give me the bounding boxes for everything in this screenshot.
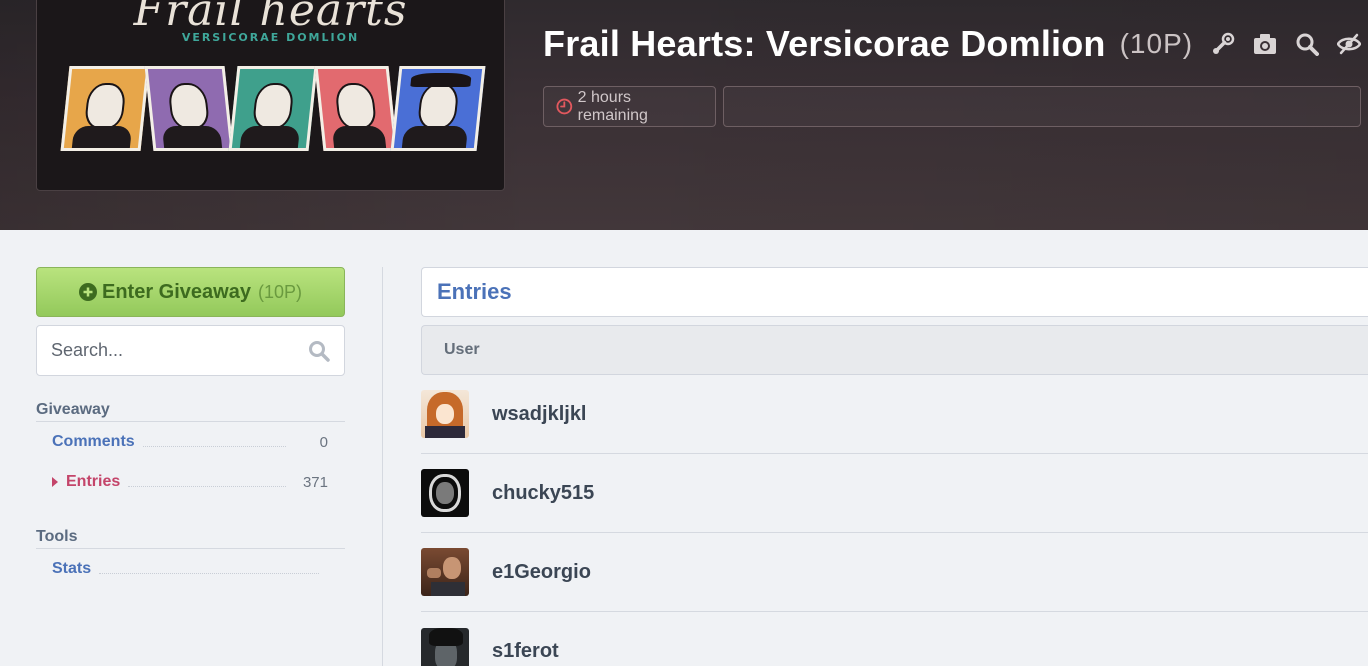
featured-header: Frail hearts VERSICORAE DOMLION Frail He… [0, 0, 1368, 230]
table-row: chucky515 [421, 454, 1368, 533]
dotted-leader [128, 485, 286, 487]
sidebar-item-label: Comments [52, 433, 135, 450]
camera-icon[interactable] [1253, 32, 1277, 56]
game-points: (10P) [1119, 28, 1194, 59]
game-title[interactable]: Frail Hearts: Versicorae Domlion [543, 23, 1106, 65]
sidebar-item-entries[interactable]: Entries 371 [36, 462, 345, 502]
plus-circle-icon [79, 283, 97, 301]
time-remaining-text: 2 hours remaining [577, 88, 648, 124]
dotted-leader [99, 572, 320, 574]
enter-giveaway-points: (10P) [257, 281, 302, 302]
username-link[interactable]: e1Georgio [492, 561, 591, 584]
character-panel [228, 66, 318, 151]
sidebar-item-count: 0 [319, 433, 328, 451]
character-panel [314, 66, 398, 151]
hide-icon[interactable] [1337, 32, 1362, 56]
entries-table: wsadjkljkl chucky515 e1Georgio s1ferot [421, 375, 1368, 666]
sidebar-heading-giveaway: Giveaway [36, 401, 345, 422]
table-row: wsadjkljkl [421, 375, 1368, 454]
character-panel [390, 66, 486, 151]
column-header-user: User [444, 341, 480, 358]
search-icon[interactable] [308, 340, 330, 362]
table-row: e1Georgio [421, 533, 1368, 612]
game-logo-title: Frail hearts [133, 0, 408, 36]
search-box [36, 325, 345, 376]
table-row: s1ferot [421, 612, 1368, 666]
time-remaining-badge: 2 hours remaining [543, 86, 717, 127]
sidebar-item-comments[interactable]: Comments 0 [36, 422, 345, 462]
dotted-leader [142, 445, 286, 447]
sidebar-item-label: Entries [66, 473, 121, 490]
creator-badge [723, 86, 1361, 127]
steam-icon[interactable] [1211, 32, 1235, 56]
sidebar-item-count: 371 [302, 473, 328, 491]
enter-giveaway-label: Enter Giveaway [102, 280, 251, 303]
game-title-row: Frail Hearts: Versicorae Domlion (10P) [543, 22, 1362, 66]
username-link[interactable]: s1ferot [492, 640, 559, 663]
username-link[interactable]: chucky515 [492, 482, 594, 505]
avatar[interactable] [421, 548, 469, 596]
column-divider [382, 267, 383, 666]
enter-giveaway-button[interactable]: Enter Giveaway (10P) [36, 267, 345, 317]
game-logo-subtitle: VERSICORAE DOMLION [181, 31, 360, 44]
caret-right-icon [52, 477, 58, 487]
sidebar-item-stats[interactable]: Stats [36, 549, 345, 589]
main-content: Entries User wsadjkljkl chucky515 e1Geor… [421, 267, 1368, 666]
sidebar: Enter Giveaway (10P) Giveaway Comments 0… [36, 267, 345, 589]
sidebar-item-label: Stats [52, 560, 92, 577]
avatar[interactable] [421, 390, 469, 438]
character-panel [144, 66, 234, 151]
avatar[interactable] [421, 469, 469, 517]
page-title: Entries [437, 279, 512, 304]
page-heading: Entries [421, 267, 1368, 317]
username-link[interactable]: wsadjkljkl [492, 403, 587, 426]
character-panel [60, 66, 150, 151]
table-header: User [421, 325, 1368, 375]
avatar[interactable] [421, 627, 469, 666]
game-header-image[interactable]: Frail hearts VERSICORAE DOMLION [36, 0, 505, 191]
sidebar-heading-tools: Tools [36, 528, 345, 549]
search-input[interactable] [51, 340, 308, 361]
giveaway-meta-tags: 2 hours remaining [543, 86, 1368, 127]
clock-icon [556, 98, 573, 115]
search-icon[interactable] [1295, 32, 1320, 56]
